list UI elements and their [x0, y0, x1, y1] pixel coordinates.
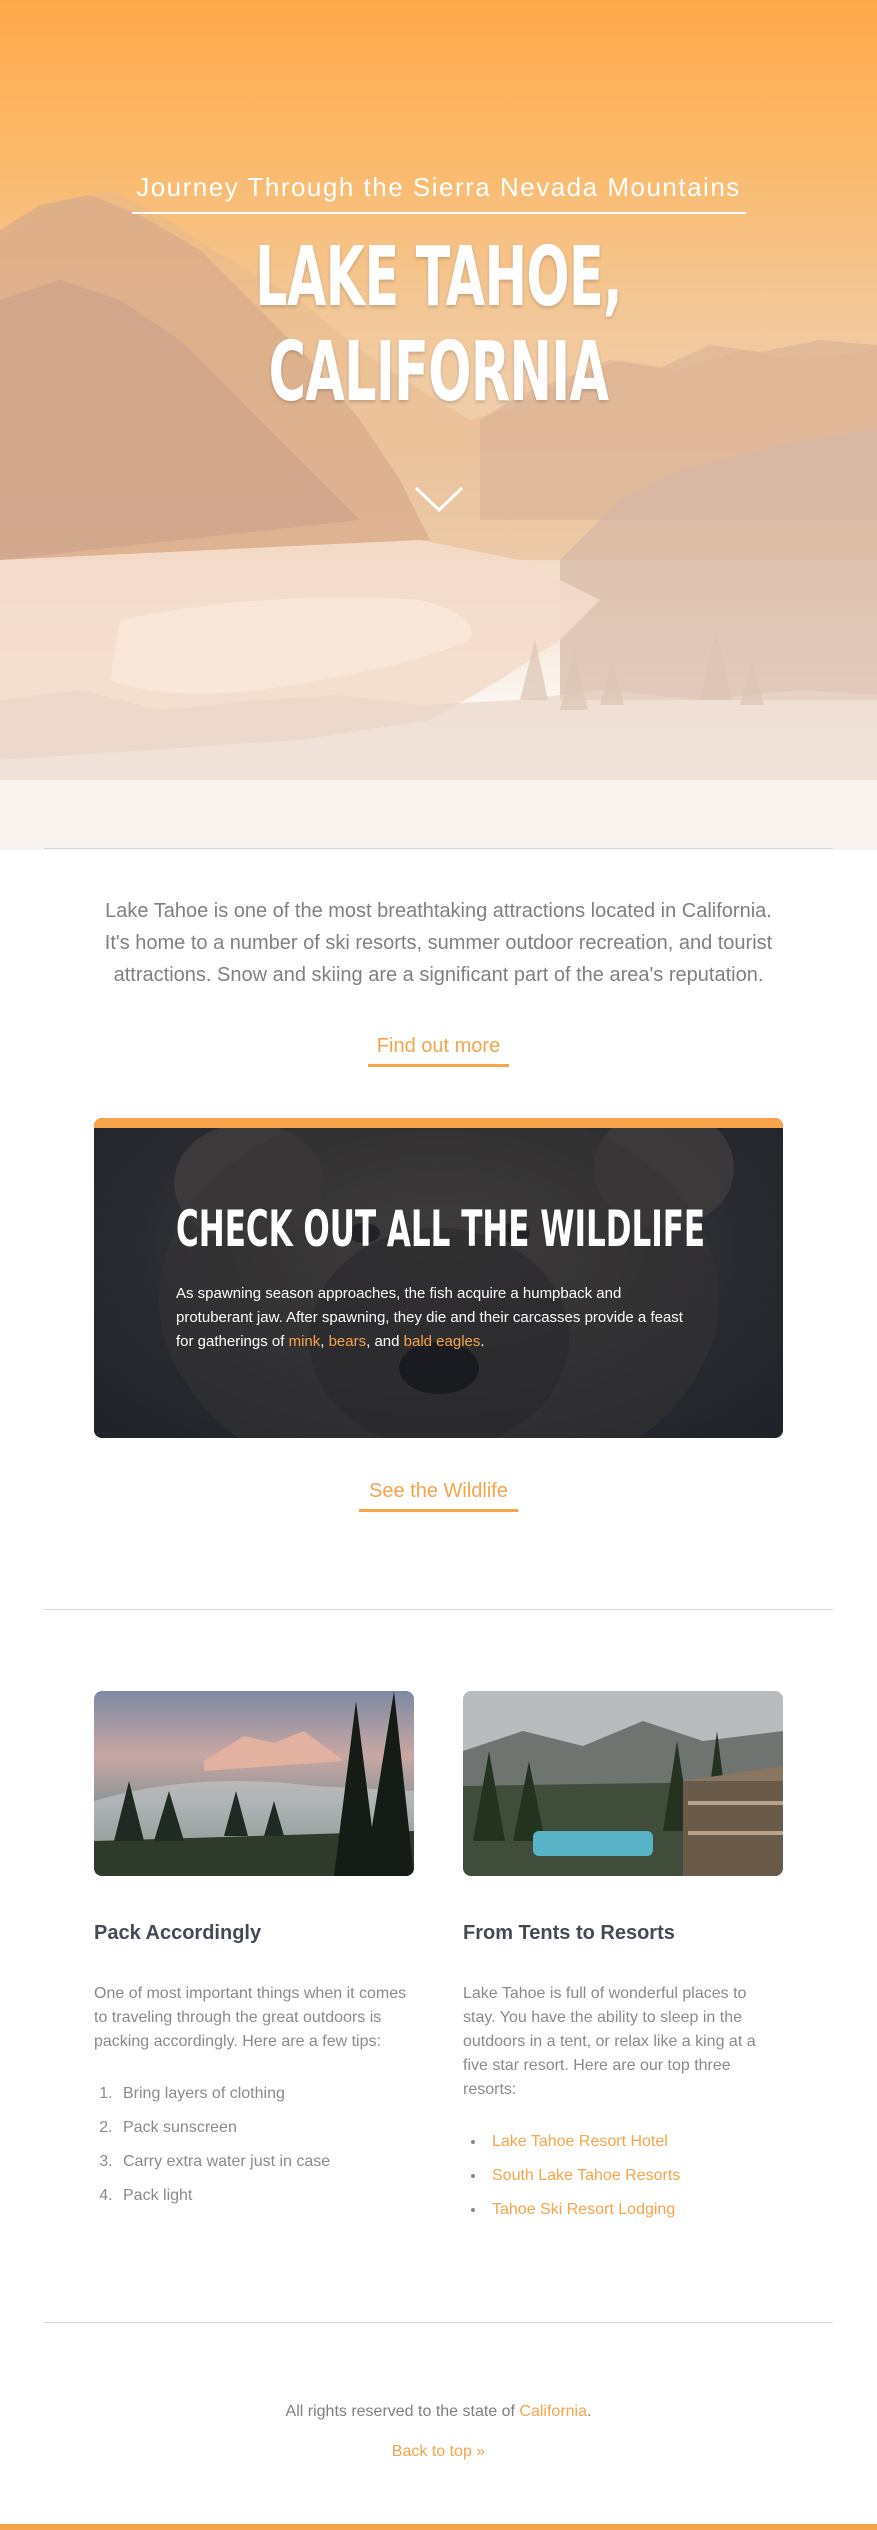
packing-tips-list: Bring layers of clothing Pack sunscreen …: [117, 2077, 330, 2213]
section-divider: [44, 848, 833, 849]
list-item: South Lake Tahoe Resorts: [486, 2159, 680, 2193]
card-accent-bar: [94, 1118, 783, 1128]
tents-to-resorts-heading: From Tents to Resorts: [463, 1922, 675, 1944]
bottom-accent-bar: [0, 2524, 877, 2530]
tents-to-resorts-text: Lake Tahoe is full of wonderful places t…: [463, 1985, 756, 2098]
list-item: Pack sunscreen: [117, 2111, 330, 2145]
wildlife-title: CHECK OUT ALL THE WILDLIFE: [176, 1200, 706, 1258]
list-item: Bring layers of clothing: [117, 2077, 330, 2111]
footer-text: All rights reserved to the state of: [285, 2403, 520, 2420]
intro-paragraph: Lake Tahoe is one of the most breathtaki…: [104, 900, 773, 986]
california-link[interactable]: California: [519, 2403, 587, 2420]
list-item: Carry extra water just in case: [117, 2145, 330, 2179]
lake-tahoe-resort-hotel-link[interactable]: Lake Tahoe Resort Hotel: [492, 2133, 668, 2150]
back-to-top-link[interactable]: Back to top »: [0, 2443, 877, 2461]
pack-accordingly-text: One of most important things when it com…: [94, 1985, 407, 2050]
text-period: .: [480, 1333, 485, 1350]
south-lake-tahoe-resorts-link[interactable]: South Lake Tahoe Resorts: [492, 2167, 680, 2184]
footer-copyright: All rights reserved to the state of Cali…: [0, 2403, 877, 2421]
section-divider: [44, 2322, 833, 2323]
text-period: .: [587, 2403, 592, 2420]
list-item: Pack light: [117, 2179, 330, 2213]
hero-underline: [132, 212, 746, 214]
text-separator: , and: [366, 1333, 404, 1350]
bears-link[interactable]: bears: [329, 1333, 367, 1350]
mountain-lake-background: [0, 190, 877, 850]
text-separator: ,: [320, 1333, 329, 1350]
hero-subtitle: Journey Through the Sierra Nevada Mounta…: [136, 172, 741, 202]
bald-eagles-link[interactable]: bald eagles: [404, 1333, 481, 1350]
pack-accordingly-heading: Pack Accordingly: [94, 1922, 262, 1944]
mink-link[interactable]: mink: [289, 1333, 321, 1350]
tahoe-ski-resort-lodging-link[interactable]: Tahoe Ski Resort Lodging: [492, 2201, 675, 2218]
resort-pool-photo: [463, 1691, 783, 1876]
section-divider: [44, 1609, 833, 1610]
find-out-more-link[interactable]: Find out more: [368, 1035, 509, 1067]
hero-title: LAKE TAHOE, CALIFORNIA: [255, 230, 622, 420]
wildlife-card: CHECK OUT ALL THE WILDLIFE As spawning s…: [94, 1118, 783, 1438]
list-item: Lake Tahoe Resort Hotel: [486, 2125, 680, 2159]
list-item: Tahoe Ski Resort Lodging: [486, 2193, 680, 2227]
hero-section: Journey Through the Sierra Nevada Mounta…: [0, 0, 877, 850]
meadow-forest-photo: [94, 1691, 414, 1876]
wildlife-text: As spawning season approaches, the fish …: [176, 1282, 696, 1354]
chevron-down-icon[interactable]: [414, 484, 464, 514]
see-the-wildlife-link[interactable]: See the Wildlife: [359, 1480, 518, 1512]
resorts-list: Lake Tahoe Resort Hotel South Lake Tahoe…: [486, 2125, 680, 2227]
